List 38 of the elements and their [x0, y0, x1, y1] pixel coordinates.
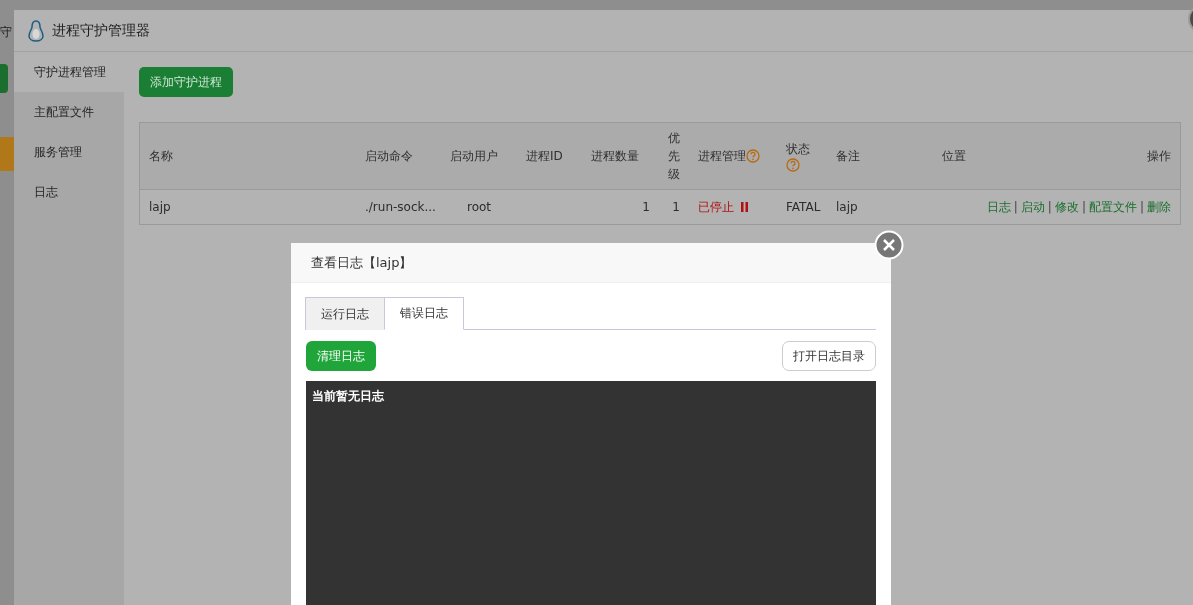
status-text: 已停止 [698, 198, 734, 216]
column-header: 操作 [1147, 147, 1171, 165]
separator-text: | [1139, 200, 1144, 214]
table-cell: root [466, 200, 492, 214]
separator-text: | [1013, 200, 1018, 214]
close-icon[interactable] [874, 230, 904, 260]
column-header: 位置 [942, 147, 966, 165]
dialog-title: 查看日志【lajp】 [311, 253, 413, 272]
sidebar-item[interactable]: 守护进程管理 [14, 52, 124, 92]
add-process-button[interactable]: 添加守护进程 [139, 67, 233, 97]
column-header: 进程ID [526, 147, 563, 165]
column-header: 状态 [786, 140, 810, 158]
column-header: 启动命令 [365, 147, 413, 165]
column-header: 进程数量 [591, 147, 639, 165]
sidebar-item[interactable]: 主配置文件 [14, 92, 124, 132]
table-cell: lajp [836, 200, 858, 214]
tab[interactable]: 错误日志 [384, 297, 464, 330]
sidebar-item[interactable]: 服务管理 [14, 132, 124, 172]
table-cell: ./run-sock... [365, 200, 436, 214]
page-header-text: 守 [0, 24, 12, 41]
column-header: 进程管理 [698, 147, 746, 165]
table-cell: 1 [672, 200, 680, 214]
badge-icon [0, 137, 14, 171]
tab[interactable]: 运行日志 [305, 297, 385, 330]
column-header: 名称 [149, 147, 173, 165]
table-cell: 1 [642, 200, 650, 214]
table-cell: lajp [149, 200, 171, 214]
column-header: 优先级 [668, 130, 680, 183]
pause-icon[interactable] [740, 202, 749, 212]
table-cell: FATAL [786, 200, 821, 214]
window-title: 进程守护管理器 [52, 21, 150, 40]
separator-text: | [1081, 200, 1086, 214]
sidebar-item[interactable]: 日志 [14, 172, 124, 212]
separator-text: | [1047, 200, 1052, 214]
column-header: 备注 [836, 147, 860, 165]
column-header: 启动用户 [450, 147, 498, 165]
open-log-folder-button[interactable]: 打开日志目录 [782, 341, 876, 371]
log-text: 当前暂无日志 [312, 389, 384, 403]
